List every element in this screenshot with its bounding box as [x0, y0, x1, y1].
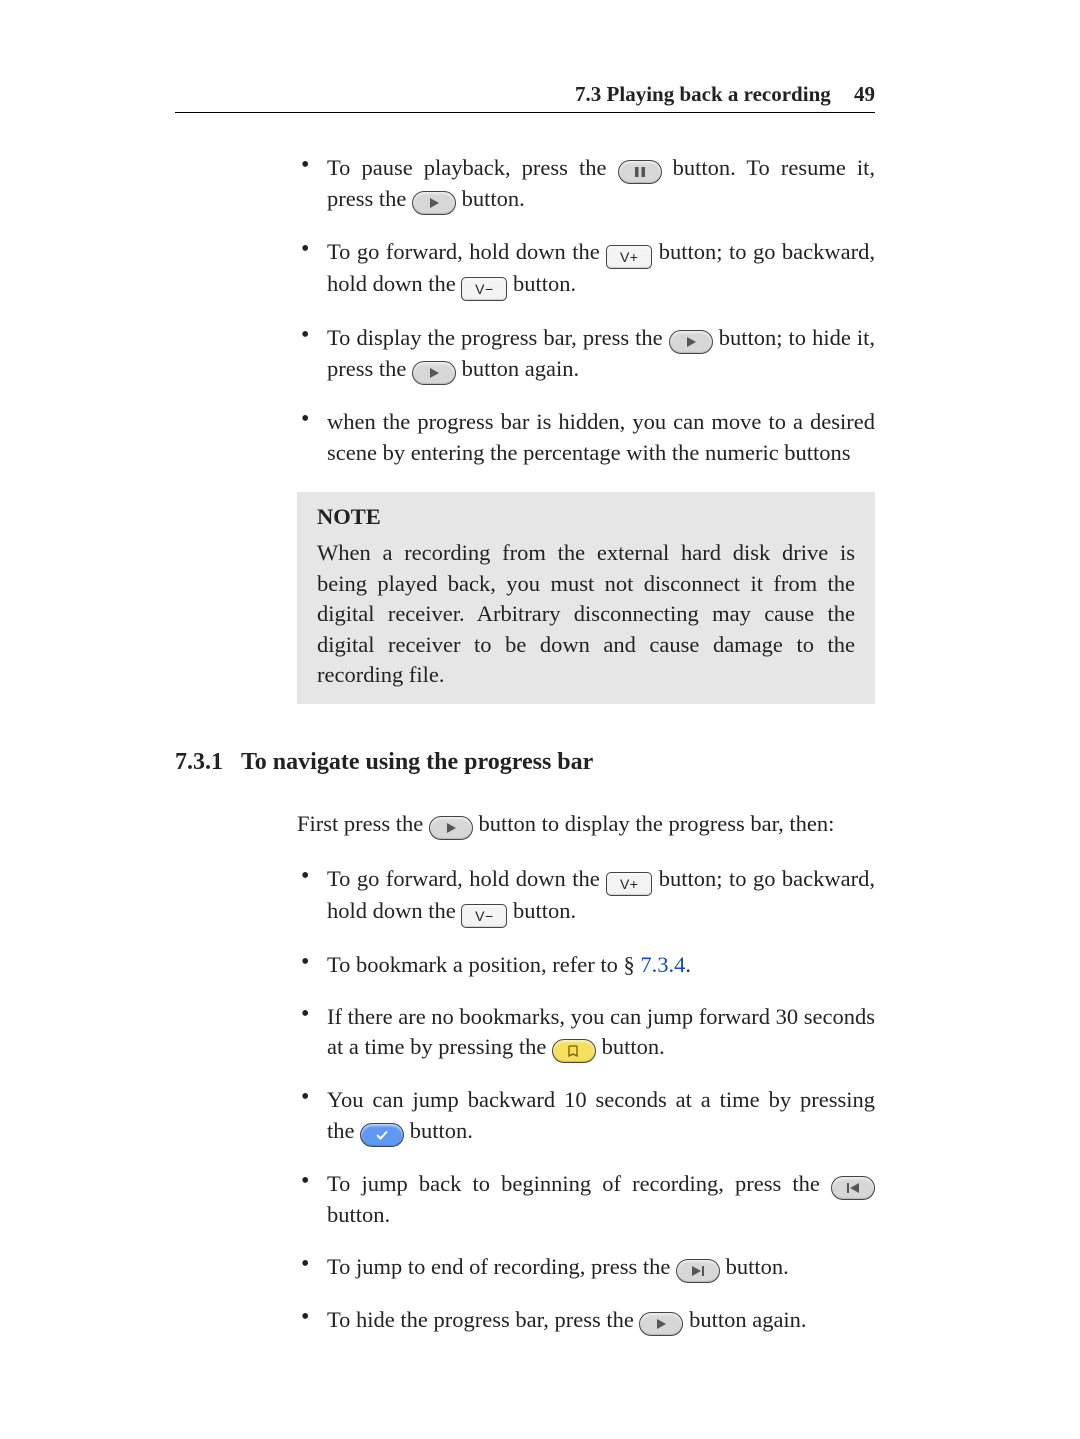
volume-minus-icon: V− [461, 277, 507, 301]
play-icon [412, 361, 456, 385]
check-icon [360, 1123, 404, 1147]
list-item: To go forward, hold down the V+ button; … [297, 864, 875, 928]
content-block-2: First press the button to display the pr… [297, 809, 875, 1337]
text: To pause playback, press the [327, 155, 618, 180]
play-icon [429, 816, 473, 840]
note-text: When a recording from the external hard … [317, 540, 855, 687]
pause-icon [618, 160, 662, 184]
text: button. [410, 1118, 473, 1143]
text: To hide the progress bar, press the [327, 1307, 639, 1332]
text: button. [462, 186, 525, 211]
text: To go forward, hold down the [327, 866, 606, 891]
skip-forward-icon [676, 1259, 720, 1283]
list-item: You can jump backward 10 seconds at a ti… [297, 1085, 875, 1146]
volume-plus-icon: V+ [606, 872, 652, 896]
header-page-number: 49 [854, 82, 875, 106]
play-icon [639, 1312, 683, 1336]
content-block-1: To pause playback, press the button. To … [297, 153, 875, 704]
key-label: V+ [620, 250, 639, 264]
list-item: To display the progress bar, press the b… [297, 323, 875, 385]
list-item: when the progress bar is hidden, you can… [297, 407, 875, 468]
subsection-title: To navigate using the progress bar [241, 746, 593, 778]
text: button. [513, 271, 576, 296]
bookmark-icon [552, 1039, 596, 1063]
subsection-heading: 7.3.1 To navigate using the progress bar [175, 746, 875, 778]
key-label: V− [475, 909, 494, 923]
play-icon [412, 191, 456, 215]
text: button to display the progress bar, then… [479, 811, 835, 836]
list-item: To go forward, hold down the V+ button; … [297, 237, 875, 301]
text: button. [327, 1202, 390, 1227]
list-item: To hide the progress bar, press the butt… [297, 1305, 875, 1336]
list-item: To pause playback, press the button. To … [297, 153, 875, 215]
list-item: To jump to end of recording, press the b… [297, 1252, 875, 1283]
text: button. [602, 1034, 665, 1059]
text: button again. [689, 1307, 806, 1332]
text: when the progress bar is hidden, you can… [327, 409, 875, 464]
text: To go forward, hold down the [327, 239, 606, 264]
bullet-list-2: To go forward, hold down the V+ button; … [297, 864, 875, 1337]
play-icon [669, 330, 713, 354]
text: To jump back to beginning of recording, … [327, 1171, 831, 1196]
skip-back-icon [831, 1176, 875, 1200]
page: 7.3 Playing back a recording 49 To pause… [175, 0, 875, 1336]
text: First press the [297, 811, 429, 836]
text: button. [513, 898, 576, 923]
text: To jump to end of recording, press the [327, 1254, 676, 1279]
subsection-number: 7.3.1 [175, 746, 223, 778]
text: To display the progress bar, press the [327, 325, 669, 350]
note-box: NOTE When a recording from the external … [297, 492, 875, 704]
list-item: To bookmark a position, refer to § 7.3.4… [297, 950, 875, 980]
header-section-title: 7.3 Playing back a recording [575, 82, 831, 106]
list-item: To jump back to beginning of recording, … [297, 1169, 875, 1230]
text: . [685, 952, 691, 977]
text: button. [726, 1254, 789, 1279]
volume-minus-icon: V− [461, 904, 507, 928]
running-header: 7.3 Playing back a recording 49 [175, 80, 875, 113]
text: To bookmark a position, refer to § [327, 952, 640, 977]
text: button again. [462, 356, 579, 381]
cross-reference-link[interactable]: 7.3.4 [640, 952, 685, 977]
bullet-list-1: To pause playback, press the button. To … [297, 153, 875, 468]
volume-plus-icon: V+ [606, 245, 652, 269]
key-label: V− [475, 282, 494, 296]
list-item: If there are no bookmarks, you can jump … [297, 1002, 875, 1063]
key-label: V+ [620, 877, 639, 891]
intro-line: First press the button to display the pr… [297, 809, 875, 840]
note-label: NOTE [317, 502, 855, 532]
